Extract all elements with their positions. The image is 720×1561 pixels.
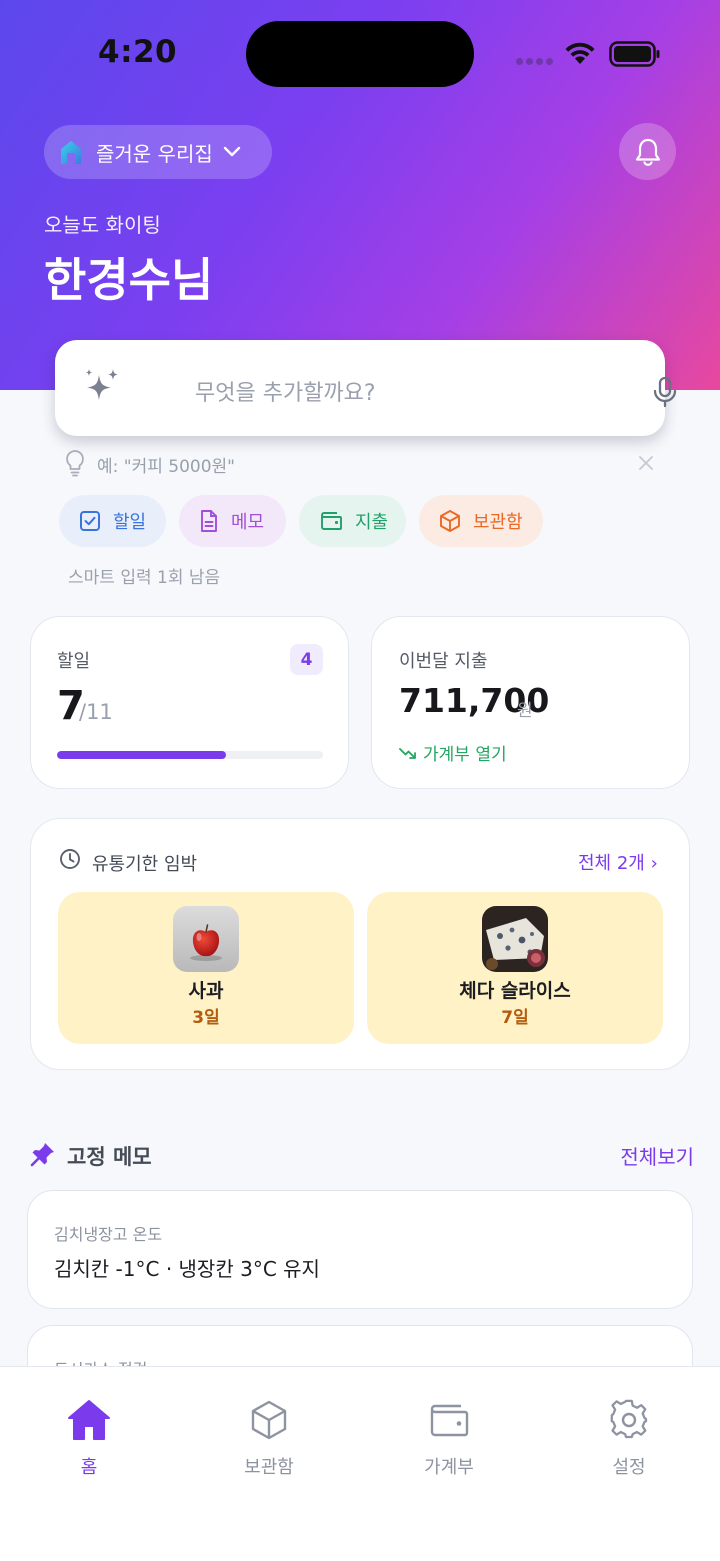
expense-card-title: 이번달 지출 [399,651,488,672]
expense-unit: 원 [517,701,533,721]
memo-card[interactable]: 김치냉장고 온도 김치칸 -1°C · 냉장칸 3°C 유지 [27,1190,693,1309]
clock-icon [60,849,80,869]
smart-input-remaining: 스마트 입력 1회 남음 [68,568,221,588]
tab-storage-label: 보관함 [244,1457,294,1478]
chip-todo[interactable]: 할일 [59,495,166,547]
status-time: 4:20 [98,34,178,70]
expiry-item-days: 7일 [501,1008,529,1028]
chip-todo-label: 할일 [113,512,147,533]
tab-bar: 홈 보관함 가계부 설정 [0,1366,720,1561]
expiry-card: 유통기한 임박 전체 2개 › 사과 3일 체다 슬라이스 7일 [30,818,690,1070]
open-ledger-link[interactable]: 가계부 열기 [399,740,507,765]
tab-ledger[interactable]: 가계부 [389,1397,509,1479]
expiry-item-name: 사과 [188,980,224,1002]
tab-settings[interactable]: 설정 [569,1397,689,1479]
close-icon[interactable] [637,454,655,472]
chip-storage-label: 보관함 [473,512,523,533]
greeting-text: 오늘도 화이팅 [44,213,161,237]
home-selector[interactable]: 즐거운 우리집 [44,125,272,179]
expiry-item-days: 3일 [192,1008,220,1028]
expiry-item[interactable]: 사과 3일 [58,892,354,1044]
hint-text: 예: "커피 5000원" [97,457,235,477]
dynamic-island [246,21,474,87]
todo-summary-card[interactable]: 할일 4 7 /11 [30,616,349,789]
todo-progress-bar [57,751,323,759]
chip-expense-label: 지출 [355,512,389,533]
chip-memo-label: 메모 [231,512,265,533]
chip-expense[interactable]: 지출 [299,495,406,547]
checkbox-icon [80,511,100,531]
todo-badge: 4 [290,644,323,675]
expiry-item-name: 체다 슬라이스 [459,980,571,1002]
chip-storage[interactable]: 보관함 [419,495,543,547]
tab-storage[interactable]: 보관함 [209,1397,329,1479]
pinned-memos-title: 고정 메모 [67,1145,152,1169]
expiry-view-all[interactable]: 전체 2개 › [578,849,658,875]
tab-ledger-label: 가계부 [424,1457,474,1478]
tab-home-label: 홈 [80,1457,98,1478]
cheese-image [482,906,548,972]
notification-button[interactable] [619,123,676,180]
apple-image [173,906,239,972]
wallet-icon [321,512,342,530]
trend-down-icon [399,747,416,759]
wallet-icon [430,1404,469,1437]
box-icon [251,1400,287,1440]
home-name: 즐거운 우리집 [96,141,213,166]
home-icon [68,1400,110,1440]
bell-icon [635,138,660,166]
expiry-item[interactable]: 체다 슬라이스 7일 [367,892,663,1044]
chevron-down-icon [223,146,240,157]
input-hint: 예: "커피 5000원" [64,448,664,478]
chip-memo[interactable]: 메모 [179,495,286,547]
home-logo-icon [61,141,81,164]
lightbulb-icon [66,450,84,477]
open-ledger-label: 가계부 열기 [423,745,507,765]
document-icon [201,510,217,532]
expiry-title: 유통기한 임박 [92,854,198,875]
box-icon [440,510,460,532]
sparkle-icon [86,369,118,400]
microphone-icon[interactable] [651,376,679,408]
battery-icon [609,41,660,67]
pin-icon [30,1143,54,1167]
todo-total-count: /11 [79,700,113,724]
memo-title: 김치냉장고 온도 [54,1225,163,1244]
expense-summary-card[interactable]: 이번달 지출 711,700 원 가계부 열기 [371,616,690,789]
pinned-memos-header: 고정 메모 전체보기 [30,1138,694,1174]
quick-add-placeholder: 무엇을 추가할까요? [195,381,376,406]
todo-card-title: 할일 [57,651,91,672]
tab-home[interactable]: 홈 [29,1397,149,1479]
gear-icon [610,1399,648,1439]
cellular-signal-icon [516,58,553,65]
user-name: 한경수님 [44,253,214,307]
status-bar: 4:20 [0,0,720,100]
pinned-memos-view-all[interactable]: 전체보기 [620,1141,694,1170]
tab-settings-label: 설정 [612,1457,646,1478]
todo-progress-fill [57,751,227,759]
wifi-icon [565,42,595,64]
quick-add-input[interactable]: 무엇을 추가할까요? [55,340,677,436]
memo-body: 김치칸 -1°C · 냉장칸 3°C 유지 [54,1257,320,1281]
